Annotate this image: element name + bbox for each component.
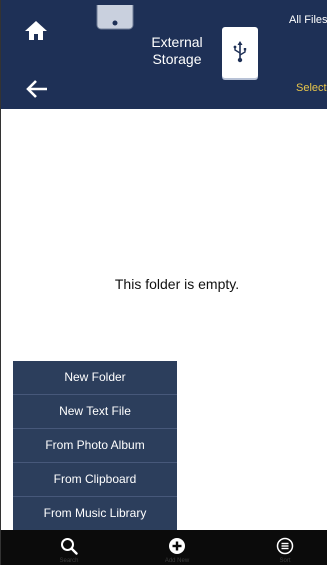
header-bar: External Storage All Files Select [1,0,327,109]
sort-label: Sort [279,558,291,564]
menu-item-from-photo-album[interactable]: From Photo Album [13,429,177,463]
menu-item-from-clipboard[interactable]: From Clipboard [13,463,177,497]
sort-list-icon [276,537,294,555]
back-button[interactable] [25,79,49,99]
menu-item-new-text-file[interactable]: New Text File [13,395,177,429]
sort-button[interactable]: Sort [255,530,315,565]
page-title-line-2: Storage [152,51,202,67]
empty-folder-message: This folder is empty. [114,276,240,292]
bottom-toolbar: Search Add New Sort [1,530,327,565]
storage-device-icon [96,0,134,31]
home-button[interactable] [23,19,49,43]
home-icon [25,21,47,40]
add-new-menu: New Folder New Text File From Photo Albu… [13,361,177,530]
search-label: Search [59,558,79,564]
page-title-line-1: External [151,34,203,50]
back-arrow-icon [26,80,47,98]
search-button[interactable]: Search [39,530,99,565]
all-files-button[interactable]: All Files [289,14,327,26]
plus-circle-icon [169,538,185,554]
menu-item-new-folder[interactable]: New Folder [13,361,177,395]
usb-icon [233,41,247,63]
usb-drive-icon [222,27,258,78]
search-icon [61,538,78,555]
add-new-label: Add New [164,558,190,564]
app-window: External Storage All Files Select This f… [0,0,327,565]
select-button[interactable]: Select [296,82,327,94]
add-new-button[interactable]: Add New [147,530,207,565]
menu-item-from-music-library[interactable]: From Music Library [13,497,177,530]
page-title: External Storage [141,34,213,68]
